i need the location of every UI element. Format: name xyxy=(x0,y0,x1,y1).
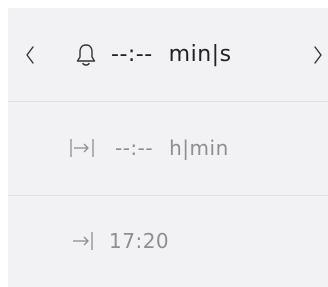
bell-icon xyxy=(75,42,97,68)
end-time-value: 17:20 xyxy=(109,229,170,253)
duration-value: --:-- xyxy=(115,136,154,160)
timer-value: --:-- xyxy=(111,42,153,67)
timer-row: --:-- min|s xyxy=(8,8,328,101)
timer-panel: --:-- min|s --:-- h|min 17:20 xyxy=(8,8,328,287)
duration-unit: h|min xyxy=(169,136,229,160)
span-arrow-icon xyxy=(69,136,95,160)
timer-display[interactable]: --:-- min|s xyxy=(75,42,232,68)
arrow-to-bar-icon xyxy=(71,229,95,253)
end-time-row[interactable]: 17:20 xyxy=(8,195,328,287)
next-button[interactable] xyxy=(306,35,328,75)
timer-unit: min|s xyxy=(168,42,232,67)
chevron-left-icon xyxy=(24,44,36,66)
duration-row[interactable]: --:-- h|min xyxy=(8,101,328,195)
chevron-right-icon xyxy=(312,44,324,66)
previous-button[interactable] xyxy=(18,35,42,75)
